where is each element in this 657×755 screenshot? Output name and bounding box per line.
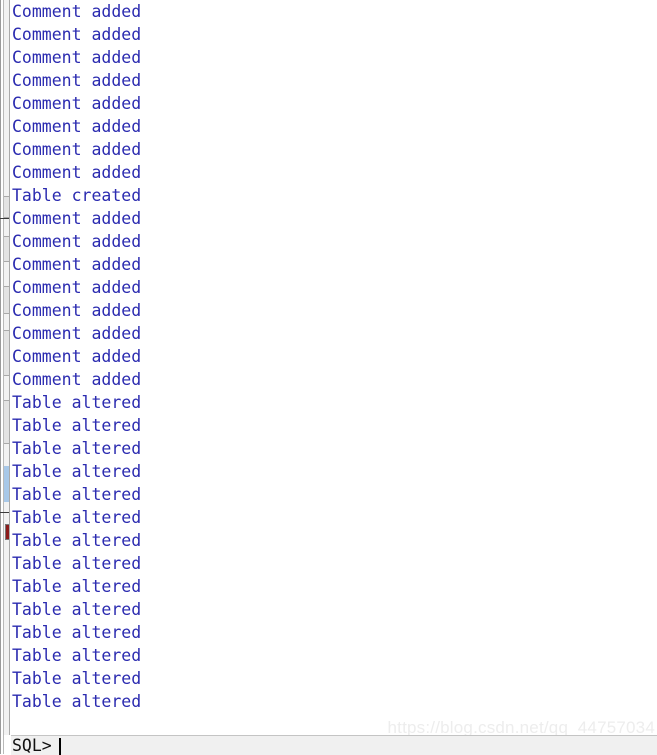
console-output-line: Table altered — [12, 393, 142, 412]
console-output-line: Table altered — [12, 623, 142, 642]
console-output-line: Comment added — [12, 117, 142, 136]
console-left-border — [9, 0, 10, 735]
console-output-line: Table altered — [12, 600, 142, 619]
console-output-line: Table altered — [12, 669, 142, 688]
console-output-line: Comment added — [12, 48, 142, 67]
left-window-chrome — [0, 0, 11, 754]
console-output-line: Comment added — [12, 71, 142, 90]
console-output-line: Table altered — [12, 646, 142, 665]
console-output-line: Comment added — [12, 324, 142, 343]
sql-prompt-bar[interactable]: SQL> — [11, 735, 657, 755]
console-output-line: Comment added — [12, 301, 142, 320]
console-output-line: Table altered — [12, 439, 142, 458]
console-output-line: Table altered — [12, 531, 142, 550]
console-output-line: Table created — [12, 186, 142, 205]
console-output-line: Table altered — [12, 554, 142, 573]
console-output-line: Comment added — [12, 209, 142, 228]
console-output-line: Table altered — [12, 508, 142, 527]
console-output-line: Comment added — [12, 94, 142, 113]
console-output-line: Table altered — [12, 577, 142, 596]
console-output-line: Comment added — [12, 140, 142, 159]
console-output-line: Comment added — [12, 255, 142, 274]
console-output-line: Table altered — [12, 692, 142, 711]
console-output-line: Table altered — [12, 462, 142, 481]
console-output-line: Comment added — [12, 25, 142, 44]
console-output-line: Table altered — [12, 416, 142, 435]
sql-prompt-label: SQL> — [12, 736, 52, 755]
console-output-line: Comment added — [12, 370, 142, 389]
console-output-line: Comment added — [12, 2, 142, 21]
console-output-line: Comment added — [12, 232, 142, 251]
console-output-line: Comment added — [12, 163, 142, 182]
console-output-area[interactable]: Comment added Comment added Comment added C… — [11, 0, 657, 735]
console-output-line: Comment added — [12, 278, 142, 297]
window-edge-line — [0, 0, 1, 754]
console-output-line: Comment added — [12, 347, 142, 366]
sql-command-input[interactable] — [60, 736, 657, 755]
console-output-line: Table altered — [12, 485, 142, 504]
